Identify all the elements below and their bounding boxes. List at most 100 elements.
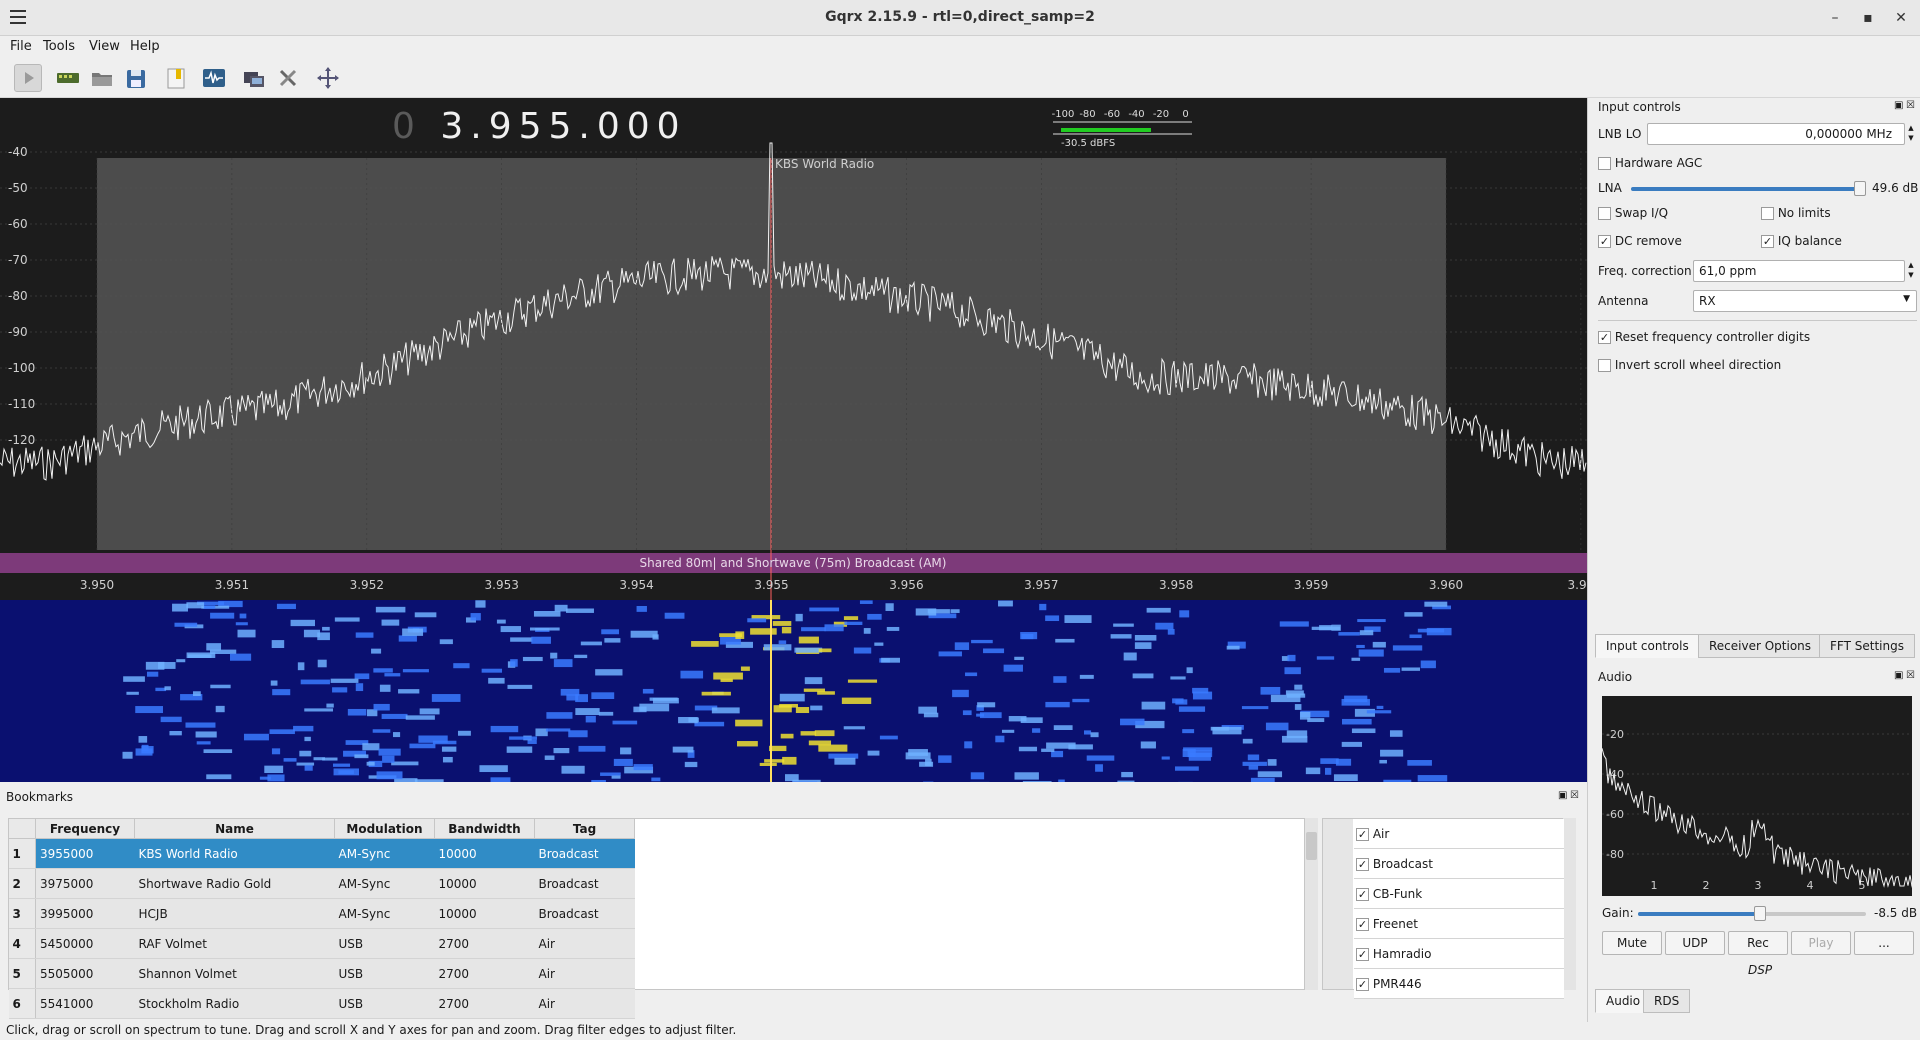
- open-folder-icon[interactable]: [88, 64, 116, 92]
- y-tick-label[interactable]: -100: [8, 361, 35, 375]
- row-number[interactable]: 3: [8, 898, 36, 929]
- tag-checkbox[interactable]: ✓: [1356, 828, 1369, 841]
- x-tick-label[interactable]: 3.956: [889, 578, 923, 592]
- frequency-leading-digit[interactable]: 0: [392, 106, 422, 147]
- row-number[interactable]: 2: [8, 868, 36, 899]
- dc-remove-checkbox[interactable]: ✓ DC remove: [1598, 234, 1682, 248]
- x-tick-label[interactable]: 3.959: [1294, 578, 1328, 592]
- dock-float-icon[interactable]: ▣: [1894, 100, 1903, 111]
- y-tick-label[interactable]: -70: [8, 253, 28, 267]
- bookmark-icon[interactable]: [162, 64, 190, 92]
- play-icon[interactable]: [14, 64, 42, 92]
- table-row[interactable]: 2 3975000 Shortwave Radio Gold AM-Sync 10000…: [8, 868, 635, 899]
- udp-button[interactable]: UDP: [1665, 931, 1725, 955]
- cell-modulation[interactable]: AM-Sync: [334, 868, 435, 899]
- x-tick-label[interactable]: 3.954: [619, 578, 653, 592]
- col-modulation[interactable]: Modulation: [334, 818, 435, 839]
- tab-fft-settings[interactable]: FFT Settings: [1819, 634, 1915, 658]
- menu-tools[interactable]: Tools: [43, 39, 75, 54]
- spectrum-plotter[interactable]: -40 -50 -60 -70 -80 -90 -100 -110 -120 KBS World…: [0, 98, 1587, 600]
- tab-rds[interactable]: RDS: [1643, 989, 1691, 1013]
- x-tick-label[interactable]: 3.957: [1024, 578, 1058, 592]
- tag-list-item[interactable]: ✓ Broadcast: [1354, 849, 1564, 879]
- cell-bandwidth[interactable]: 10000: [434, 838, 535, 869]
- tag-list-item[interactable]: ✓ Freenet: [1354, 909, 1564, 939]
- audio-spectrum[interactable]: -20-40-60-80123456: [1601, 696, 1918, 896]
- cell-modulation[interactable]: USB: [334, 928, 435, 959]
- table-row[interactable]: 5 5505000 Shannon Volmet USB 2700 Air: [8, 958, 635, 989]
- save-icon[interactable]: [122, 64, 150, 92]
- y-tick-label[interactable]: -60: [8, 217, 28, 231]
- lna-slider-handle[interactable]: [1854, 181, 1866, 196]
- invert-scroll-checkbox[interactable]: Invert scroll wheel direction: [1598, 358, 1781, 372]
- cell-name[interactable]: Shannon Volmet: [134, 958, 335, 989]
- x-tick-label[interactable]: 3.950: [80, 578, 114, 592]
- fullscreen-icon[interactable]: [314, 64, 342, 92]
- col-bandwidth[interactable]: Bandwidth: [434, 818, 535, 839]
- bookmarks-close-icon[interactable]: ☒: [1570, 790, 1579, 801]
- y-tick-label[interactable]: -90: [8, 325, 28, 339]
- tag-list-item[interactable]: ✓ Hamradio: [1354, 939, 1564, 969]
- freq-correction-stepper[interactable]: ▲ ▼: [1905, 260, 1917, 282]
- cell-bandwidth[interactable]: 10000: [434, 868, 535, 899]
- mute-button[interactable]: Mute: [1602, 931, 1662, 955]
- gain-slider-track[interactable]: [1638, 912, 1866, 916]
- spectrum-graph[interactable]: -40 -50 -60 -70 -80 -90 -100 -110 -120 KBS World…: [0, 98, 1587, 600]
- x-tick-label[interactable]: 3.953: [485, 578, 519, 592]
- minimize-button[interactable]: –: [1825, 8, 1845, 28]
- table-row[interactable]: 3 3995000 HCJB AM-Sync 10000 Broadcast: [8, 898, 635, 929]
- menu-file[interactable]: File: [10, 39, 32, 54]
- tag-checkbox[interactable]: ✓: [1356, 978, 1369, 991]
- tag-list-scrollbar[interactable]: [1562, 818, 1576, 990]
- cell-name[interactable]: KBS World Radio: [134, 838, 335, 869]
- y-tick-label[interactable]: -40: [8, 145, 28, 159]
- cell-modulation[interactable]: USB: [334, 988, 435, 1019]
- y-tick-label[interactable]: -80: [8, 289, 28, 303]
- col-name[interactable]: Name: [134, 818, 335, 839]
- reset-digits-checkbox[interactable]: ✓ Reset frequency controller digits: [1598, 330, 1810, 344]
- cell-tag[interactable]: Broadcast: [534, 898, 635, 929]
- table-row[interactable]: 1 3955000 KBS World Radio AM-Sync 10000 Broad…: [8, 838, 635, 869]
- lnb-lo-stepper[interactable]: ▲ ▼: [1905, 123, 1917, 145]
- col-frequency[interactable]: Frequency: [35, 818, 135, 839]
- cell-name[interactable]: HCJB: [134, 898, 335, 929]
- cell-tag[interactable]: Air: [534, 988, 635, 1019]
- tag-list-item[interactable]: ✓ Air: [1354, 819, 1564, 849]
- waveform-icon[interactable]: [200, 64, 228, 92]
- cell-tag[interactable]: Air: [534, 928, 635, 959]
- cell-frequency[interactable]: 5450000: [35, 928, 135, 959]
- cell-name[interactable]: Shortwave Radio Gold: [134, 868, 335, 899]
- cell-name[interactable]: RAF Volmet: [134, 928, 335, 959]
- x-tick-label[interactable]: 3.952: [350, 578, 384, 592]
- tab-input-controls[interactable]: Input controls: [1595, 634, 1700, 658]
- cell-bandwidth[interactable]: 10000: [434, 898, 535, 929]
- table-row[interactable]: 4 5450000 RAF Volmet USB 2700 Air: [8, 928, 635, 959]
- cell-frequency[interactable]: 5505000: [35, 958, 135, 989]
- gain-slider-handle[interactable]: [1754, 906, 1766, 921]
- row-number[interactable]: 6: [8, 988, 36, 1019]
- tab-receiver-options[interactable]: Receiver Options: [1698, 634, 1823, 658]
- menu-view[interactable]: View: [89, 39, 120, 54]
- freq-correction-spinbox[interactable]: 61,0 ppm: [1693, 260, 1905, 282]
- tag-checkbox[interactable]: ✓: [1356, 948, 1369, 961]
- no-limits-checkbox[interactable]: No limits: [1761, 206, 1831, 220]
- cell-frequency[interactable]: 3955000: [35, 838, 135, 869]
- waterfall-display[interactable]: [0, 600, 1587, 782]
- x-tick-label[interactable]: 3.951: [215, 578, 249, 592]
- y-tick-label[interactable]: -50: [8, 181, 28, 195]
- tag-list-item[interactable]: ✓ PMR446: [1354, 969, 1564, 999]
- menu-help[interactable]: Help: [130, 39, 160, 54]
- swap-iq-checkbox[interactable]: Swap I/Q: [1598, 206, 1668, 220]
- cell-bandwidth[interactable]: 2700: [434, 928, 535, 959]
- maximize-button[interactable]: ▪: [1858, 8, 1878, 28]
- station-bookmark-label[interactable]: KBS World Radio: [775, 157, 874, 171]
- row-number[interactable]: 4: [8, 928, 36, 959]
- tools-icon[interactable]: [274, 64, 302, 92]
- cell-frequency[interactable]: 3975000: [35, 868, 135, 899]
- x-tick-label[interactable]: 3.958: [1159, 578, 1193, 592]
- cell-bandwidth[interactable]: 2700: [434, 988, 535, 1019]
- tag-checkbox[interactable]: ✓: [1356, 918, 1369, 931]
- x-tick-label[interactable]: 3.960: [1429, 578, 1463, 592]
- col-tag[interactable]: Tag: [534, 818, 635, 839]
- antenna-select[interactable]: RX ▼: [1693, 290, 1917, 312]
